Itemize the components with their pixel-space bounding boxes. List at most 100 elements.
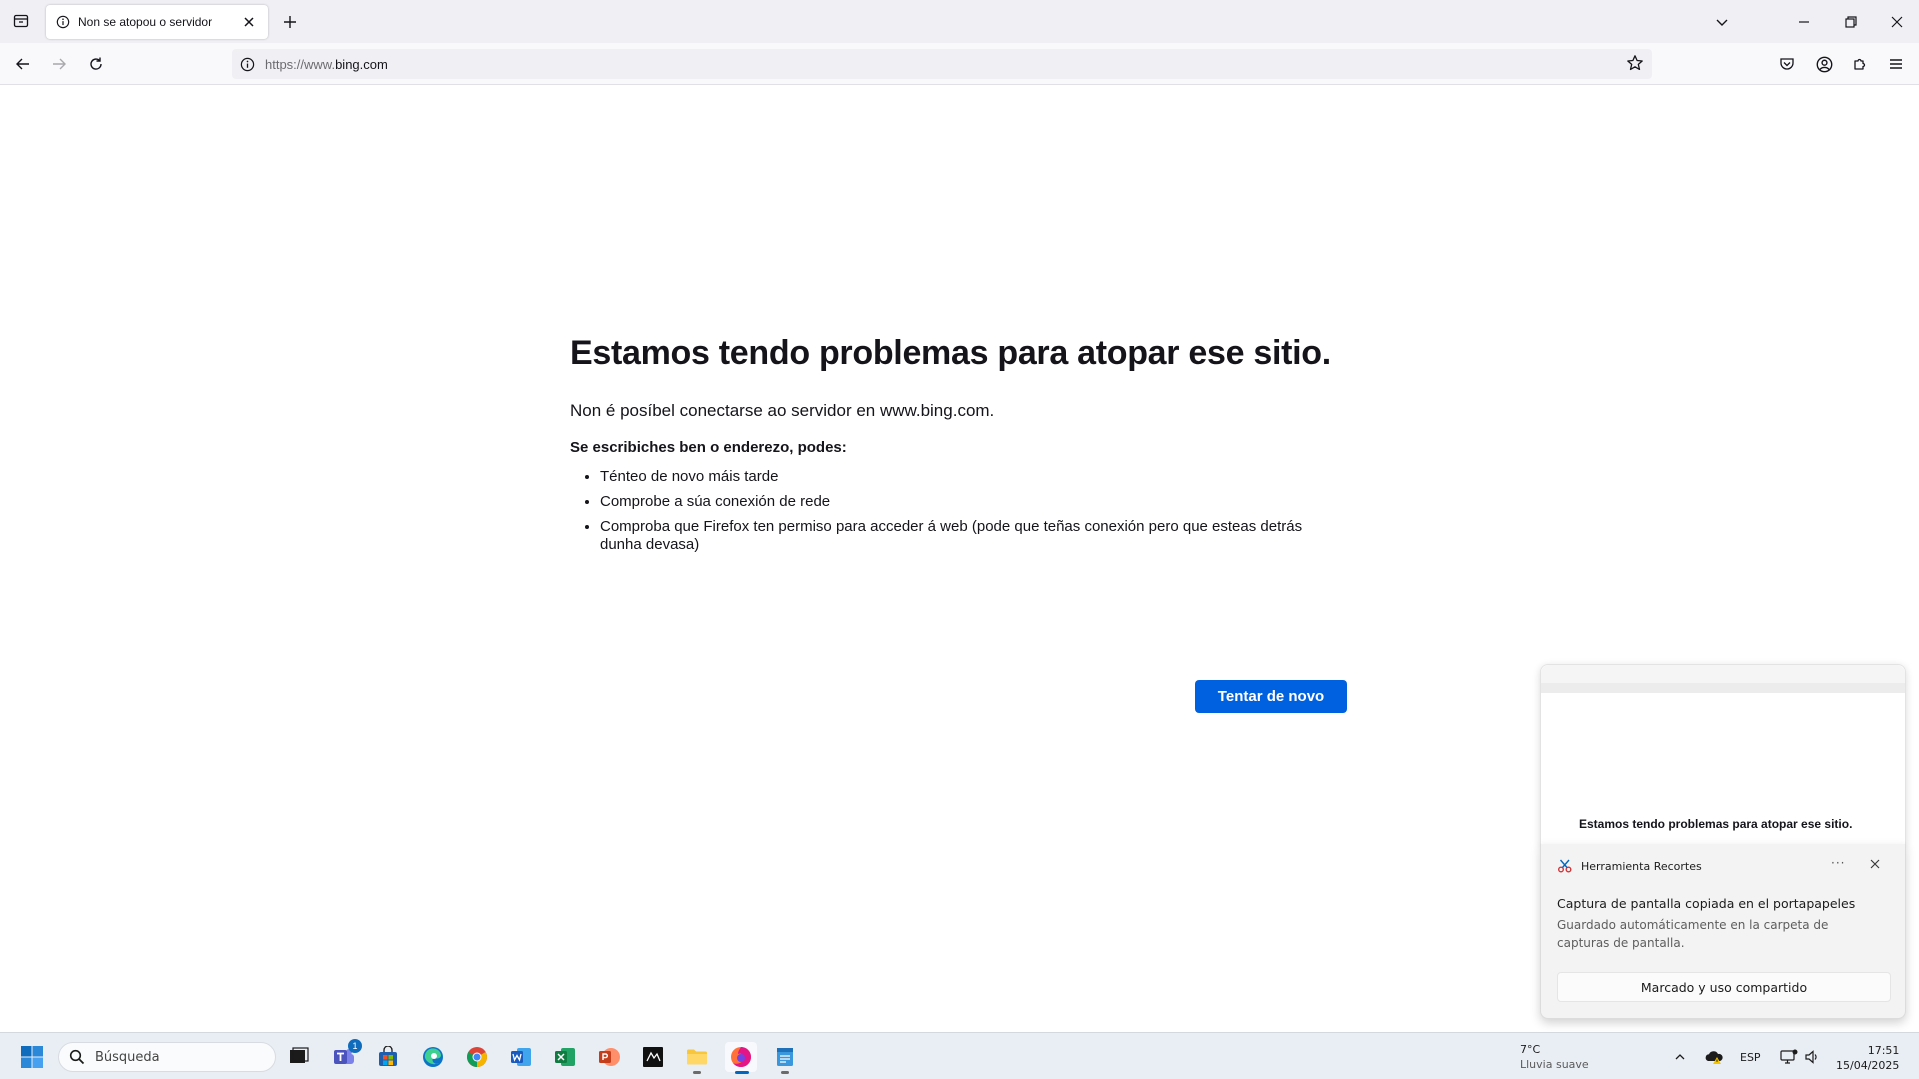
teams-badge: 1 (348, 1039, 362, 1053)
chevron-down-icon (1716, 19, 1728, 26)
reload-button[interactable] (82, 50, 110, 78)
firefox-view-button[interactable] (8, 8, 34, 34)
volume-tray-icon[interactable] (1804, 1045, 1820, 1069)
onedrive-tray-icon[interactable] (1704, 1045, 1724, 1069)
info-icon (56, 15, 70, 29)
arrow-left-icon (16, 58, 29, 70)
chevron-up-icon (1675, 1054, 1685, 1060)
app-menu-button[interactable] (1882, 50, 1910, 78)
store-icon (379, 1046, 397, 1066)
restore-button[interactable] (1837, 8, 1865, 36)
notification-title: Captura de pantalla copiada en el portap… (1557, 896, 1856, 911)
notification-app-name: Herramienta Recortes (1581, 859, 1702, 873)
url-scheme: https://www. (265, 56, 336, 72)
notification-toast[interactable]: Herramienta Recortes ··· Captura de pant… (1540, 844, 1906, 1019)
error-container: Estamos tendo problemas para atopar ese … (570, 334, 1346, 561)
tab-title: Non se atopou o servidor (78, 15, 213, 29)
preview-toolbar (1541, 683, 1905, 693)
firefox-view-icon (13, 14, 29, 28)
hamburger-menu-icon (1890, 59, 1902, 69)
network-tray-icon[interactable] (1780, 1045, 1798, 1069)
taskbar: Búsqueda 1 7°C Lluvia suave ESP 17:51 15… (0, 1032, 1919, 1079)
teams-app[interactable]: 1 (328, 1039, 362, 1072)
running-indicator (735, 1071, 749, 1074)
weather-widget[interactable]: 7°C Lluvia suave (1520, 1042, 1589, 1072)
edge-app[interactable] (417, 1042, 449, 1072)
clock-time: 17:51 (1867, 1044, 1900, 1057)
weather-temp: 7°C (1520, 1043, 1541, 1056)
onedrive-warning-icon (1705, 1051, 1723, 1064)
address-bar[interactable]: https://www. bing.com (232, 49, 1652, 79)
minimize-button[interactable] (1790, 8, 1818, 36)
preview-title: Estamos tendo problemas para atopar ese … (1579, 817, 1853, 831)
clock-date: 15/04/2025 (1836, 1059, 1900, 1072)
word-app[interactable] (505, 1042, 537, 1072)
photo-app-icon (643, 1047, 663, 1067)
language-indicator[interactable]: ESP (1740, 1045, 1761, 1069)
navigation-toolbar: https://www. bing.com (0, 43, 1919, 85)
excel-icon (555, 1048, 575, 1066)
back-button[interactable] (9, 50, 37, 78)
site-info-icon[interactable] (240, 57, 255, 72)
microsoft-store-app[interactable] (372, 1042, 404, 1072)
notification-body: Guardado automáticamente en la carpeta d… (1557, 918, 1829, 950)
edge-icon (423, 1047, 443, 1067)
arrow-right-icon (53, 58, 66, 70)
extensions-button[interactable] (1846, 50, 1874, 78)
notification-action-button[interactable]: Marcado y uso compartido (1557, 972, 1891, 1002)
preview-tabbar (1541, 665, 1905, 683)
file-explorer-app[interactable] (681, 1042, 713, 1074)
puzzle-icon (1854, 58, 1866, 70)
snipping-tool-icon (1557, 858, 1573, 874)
retry-button[interactable]: Tentar de novo (1195, 680, 1347, 713)
tab-close-button[interactable] (240, 13, 258, 31)
chrome-icon (467, 1047, 487, 1067)
speaker-icon (1805, 1050, 1817, 1064)
account-icon (1816, 56, 1832, 72)
forward-button[interactable] (45, 50, 73, 78)
reload-icon (90, 57, 102, 70)
powerpoint-app[interactable] (593, 1042, 625, 1072)
chrome-app[interactable] (461, 1042, 493, 1072)
close-icon (1891, 16, 1903, 28)
new-tab-button[interactable] (278, 10, 302, 34)
word-icon (511, 1048, 531, 1066)
list-item: Ténteo de novo máis tarde (600, 468, 1346, 486)
notification-app-row: Herramienta Recortes (1557, 858, 1702, 874)
close-window-button[interactable] (1883, 8, 1911, 36)
pocket-icon (1780, 58, 1794, 70)
tab-bar: Non se atopou o servidor (0, 0, 1919, 43)
powerpoint-icon (599, 1048, 620, 1066)
list-item: Comproba que Firefox ten permiso para ac… (600, 518, 1346, 554)
account-button[interactable] (1810, 50, 1838, 78)
folder-icon (687, 1049, 707, 1065)
start-button[interactable] (20, 1045, 44, 1074)
windows-logo-icon (21, 1046, 43, 1068)
running-indicator (693, 1071, 701, 1074)
url-host: bing.com (335, 56, 388, 72)
task-view-icon (290, 1047, 309, 1063)
tab-active[interactable]: Non se atopou o servidor (46, 5, 268, 39)
pocket-button[interactable] (1773, 50, 1801, 78)
taskbar-search[interactable]: Búsqueda (58, 1042, 276, 1072)
restore-icon (1845, 16, 1857, 28)
notepad-icon (777, 1048, 793, 1066)
minimize-icon (1799, 21, 1809, 23)
task-view-button[interactable] (283, 1042, 315, 1072)
error-description: Non é posíbel conectarse ao servidor en … (570, 401, 995, 420)
photo-app[interactable] (637, 1042, 669, 1072)
notepad-app[interactable] (769, 1042, 801, 1074)
list-all-tabs-button[interactable] (1708, 8, 1736, 36)
bookmark-star-icon[interactable] (1626, 54, 1644, 75)
notification-close-button[interactable] (1867, 856, 1883, 872)
close-icon (244, 17, 254, 27)
excel-app[interactable] (549, 1042, 581, 1072)
firefox-app[interactable] (725, 1042, 757, 1074)
show-hidden-icons-button[interactable] (1674, 1045, 1686, 1069)
system-clock[interactable]: 17:51 15/04/2025 (1836, 1043, 1899, 1073)
screenshot-preview[interactable]: Estamos tendo problemas para atopar ese … (1540, 664, 1906, 846)
running-indicator (781, 1071, 789, 1074)
weather-condition: Lluvia suave (1520, 1058, 1589, 1071)
firefox-icon (731, 1047, 751, 1067)
notification-more-button[interactable]: ··· (1831, 856, 1845, 870)
